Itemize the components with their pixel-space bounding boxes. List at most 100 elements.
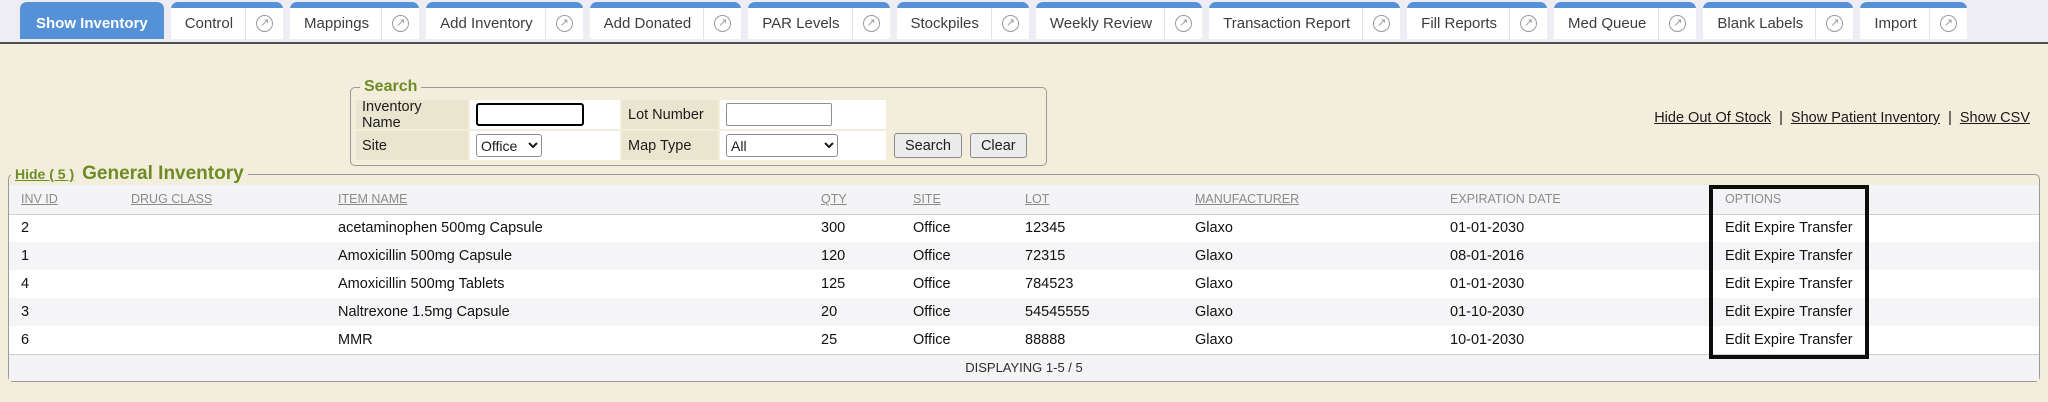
tab-label: Stockpiles bbox=[911, 15, 979, 32]
cell-qty: 300 bbox=[809, 214, 901, 242]
edit-action-link[interactable]: Edit bbox=[1725, 332, 1750, 348]
column-header-site: SITE bbox=[901, 185, 1013, 214]
cell-filler bbox=[1873, 298, 2039, 326]
external-link-icon[interactable]: ↗ bbox=[1175, 15, 1192, 32]
inventory-table: INV ID DRUG CLASS ITEM NAME QTY SITE LOT MANUF… bbox=[9, 185, 2039, 381]
inventory-name-cell bbox=[470, 100, 620, 129]
tab-par-levels[interactable]: PAR Levels↗ bbox=[748, 2, 889, 39]
edit-action-link[interactable]: Edit bbox=[1725, 248, 1750, 264]
external-link-icon[interactable]: ↗ bbox=[1520, 15, 1537, 32]
hide-out-of-stock-link[interactable]: Hide Out Of Stock bbox=[1654, 110, 1771, 126]
show-csv-link[interactable]: Show CSV bbox=[1960, 110, 2030, 126]
lot-number-input[interactable] bbox=[726, 103, 832, 126]
sort-link-lot[interactable]: LOT bbox=[1025, 192, 1049, 206]
general-inventory-panel: Hide ( 5 ) General Inventory INV ID DRUG … bbox=[8, 163, 2040, 382]
cell-expiration-date: 08-01-2016 bbox=[1438, 242, 1713, 270]
external-link-icon[interactable]: ↗ bbox=[863, 15, 880, 32]
lot-number-label: Lot Number bbox=[622, 100, 718, 129]
table-row: 3Naltrexone 1.5mg Capsule20Office5454555… bbox=[9, 298, 2039, 326]
header-label-options: OPTIONS bbox=[1725, 192, 1781, 206]
tab-icon-segment: ↗ bbox=[991, 8, 1029, 39]
tab-label: Fill Reports bbox=[1421, 15, 1497, 32]
sort-link-inv-id[interactable]: INV ID bbox=[21, 192, 58, 206]
column-header-qty: QTY bbox=[809, 185, 901, 214]
hide-count-link[interactable]: Hide ( 5 ) bbox=[15, 166, 74, 182]
site-label: Site bbox=[356, 131, 468, 160]
transfer-action-link[interactable]: Transfer bbox=[1799, 248, 1852, 264]
cell-item-name: acetaminophen 500mg Capsule bbox=[326, 214, 809, 242]
tab-import[interactable]: Import↗ bbox=[1860, 2, 1967, 39]
cell-lot: 12345 bbox=[1013, 214, 1183, 242]
tab-label: Control bbox=[185, 15, 233, 32]
expire-action-link[interactable]: Expire bbox=[1754, 276, 1795, 292]
cell-options: EditExpireTransfer bbox=[1713, 242, 1873, 270]
general-inventory-title: General Inventory bbox=[82, 163, 244, 185]
external-link-icon[interactable]: ↗ bbox=[714, 15, 731, 32]
column-header-options: OPTIONS bbox=[1713, 185, 1873, 214]
cell-inv-id: 6 bbox=[9, 326, 119, 354]
tab-med-queue[interactable]: Med Queue↗ bbox=[1554, 2, 1696, 39]
tab-body: Add Inventory ↗ bbox=[426, 8, 583, 39]
tab-label: Mappings bbox=[304, 15, 369, 32]
cell-site: Office bbox=[901, 242, 1013, 270]
external-link-icon[interactable]: ↗ bbox=[392, 15, 409, 32]
transfer-action-link[interactable]: Transfer bbox=[1799, 220, 1852, 236]
cell-qty: 20 bbox=[809, 298, 901, 326]
expire-action-link[interactable]: Expire bbox=[1754, 220, 1795, 236]
tab-label: Add Donated bbox=[604, 15, 692, 32]
table-row: 4Amoxicillin 500mg Tablets125Office78452… bbox=[9, 270, 2039, 298]
tab-add-inventory[interactable]: Add Inventory ↗ bbox=[426, 2, 583, 39]
tab-weekly-review[interactable]: Weekly Review↗ bbox=[1036, 2, 1202, 39]
edit-action-link[interactable]: Edit bbox=[1725, 220, 1750, 236]
cell-lot: 88888 bbox=[1013, 326, 1183, 354]
column-header-inv-id: INV ID bbox=[9, 185, 119, 214]
search-button[interactable]: Search bbox=[894, 133, 962, 158]
inventory-name-input[interactable] bbox=[476, 103, 584, 126]
tab-label: Add Inventory bbox=[440, 15, 533, 32]
cell-manufacturer: Glaxo bbox=[1183, 214, 1438, 242]
expire-action-link[interactable]: Expire bbox=[1754, 304, 1795, 320]
external-link-icon[interactable]: ↗ bbox=[1940, 15, 1957, 32]
tab-blank-labels[interactable]: Blank Labels↗ bbox=[1703, 2, 1853, 39]
external-link-icon[interactable]: ↗ bbox=[1669, 15, 1686, 32]
sort-link-qty[interactable]: QTY bbox=[821, 192, 847, 206]
sort-link-manufacturer[interactable]: MANUFACTURER bbox=[1195, 192, 1299, 206]
transfer-action-link[interactable]: Transfer bbox=[1799, 276, 1852, 292]
tab-body: Mappings ↗ bbox=[290, 8, 419, 39]
tab-body: Med Queue↗ bbox=[1554, 8, 1696, 39]
cell-drug-class bbox=[119, 214, 326, 242]
tab-icon-segment: ↗ bbox=[1509, 8, 1547, 39]
tab-show-inventory[interactable]: Show Inventory bbox=[20, 2, 164, 39]
external-link-icon[interactable]: ↗ bbox=[556, 15, 573, 32]
external-link-icon[interactable]: ↗ bbox=[1826, 15, 1843, 32]
edit-action-link[interactable]: Edit bbox=[1725, 276, 1750, 292]
external-link-icon[interactable]: ↗ bbox=[1002, 15, 1019, 32]
link-separator: | bbox=[1944, 110, 1956, 126]
external-link-icon[interactable]: ↗ bbox=[256, 15, 273, 32]
sort-link-site[interactable]: SITE bbox=[913, 192, 941, 206]
transfer-action-link[interactable]: Transfer bbox=[1799, 332, 1852, 348]
external-link-icon[interactable]: ↗ bbox=[1373, 15, 1390, 32]
tab-body: Transaction Report↗ bbox=[1209, 8, 1400, 39]
expire-action-link[interactable]: Expire bbox=[1754, 248, 1795, 264]
tab-mappings[interactable]: Mappings ↗ bbox=[290, 2, 419, 39]
expire-action-link[interactable]: Expire bbox=[1754, 332, 1795, 348]
tab-add-donated[interactable]: Add Donated ↗ bbox=[590, 2, 742, 39]
cell-filler bbox=[1873, 270, 2039, 298]
cell-inv-id: 2 bbox=[9, 214, 119, 242]
tab-control[interactable]: Control ↗ bbox=[171, 2, 283, 39]
sort-link-drug-class[interactable]: DRUG CLASS bbox=[131, 192, 212, 206]
map-type-select[interactable]: All bbox=[726, 134, 838, 157]
column-header-item-name: ITEM NAME bbox=[326, 185, 809, 214]
edit-action-link[interactable]: Edit bbox=[1725, 304, 1750, 320]
transfer-action-link[interactable]: Transfer bbox=[1799, 304, 1852, 320]
show-patient-inventory-link[interactable]: Show Patient Inventory bbox=[1791, 110, 1940, 126]
tab-stockpiles[interactable]: Stockpiles ↗ bbox=[897, 2, 1029, 39]
tab-bar: Show InventoryControl↗Mappings↗Add Inven… bbox=[0, 0, 2048, 44]
sort-link-item-name[interactable]: ITEM NAME bbox=[338, 192, 407, 206]
tab-fill-reports[interactable]: Fill Reports ↗ bbox=[1407, 2, 1547, 39]
clear-button[interactable]: Clear bbox=[970, 133, 1027, 158]
site-select[interactable]: Office bbox=[476, 134, 542, 157]
cell-item-name: Amoxicillin 500mg Capsule bbox=[326, 242, 809, 270]
tab-transaction-report[interactable]: Transaction Report↗ bbox=[1209, 2, 1400, 39]
